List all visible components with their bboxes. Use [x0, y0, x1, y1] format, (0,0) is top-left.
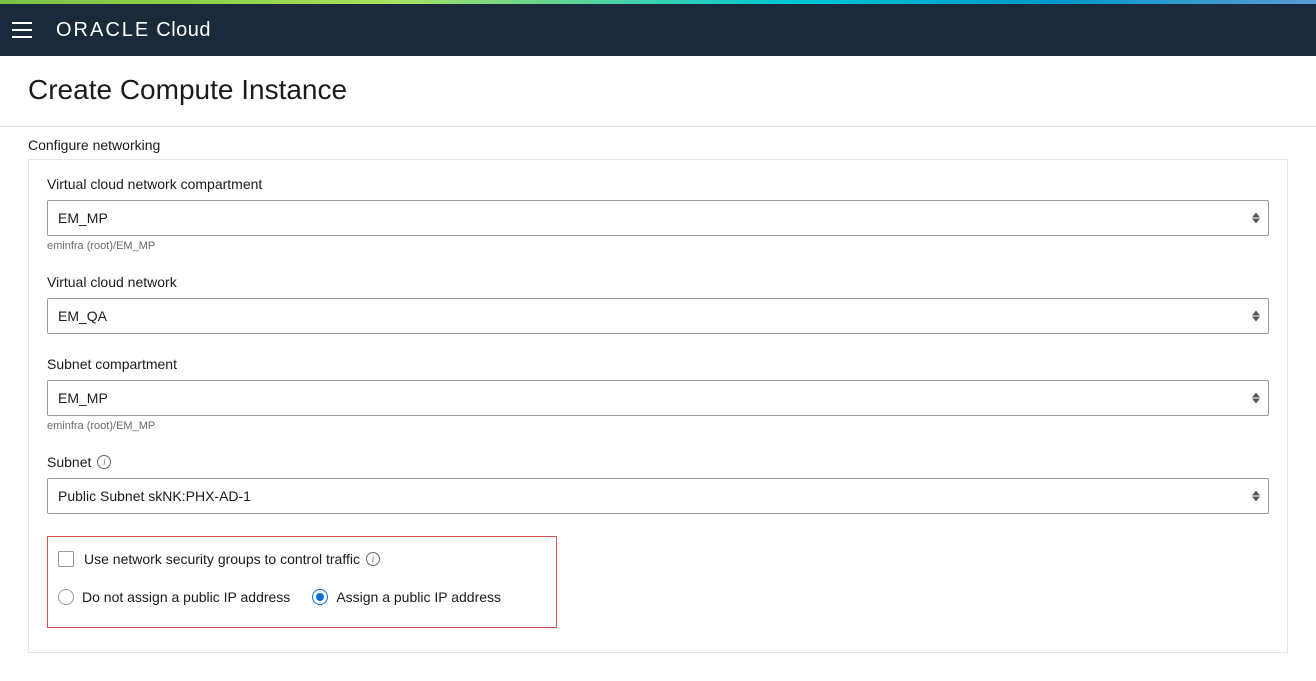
radio-no-public-ip[interactable]: Do not assign a public IP address [58, 589, 290, 605]
public-ip-radio-group: Do not assign a public IP address Assign… [58, 589, 546, 605]
nsg-checkbox-label: Use network security groups to control t… [84, 551, 380, 567]
page-title: Create Compute Instance [28, 74, 1288, 106]
menu-icon[interactable] [12, 18, 36, 42]
page-title-area: Create Compute Instance [0, 56, 1316, 127]
nsg-checkbox-label-text: Use network security groups to control t… [84, 551, 360, 567]
subnet-compartment-group: Subnet compartment EM_MP eminfra (root)/… [47, 356, 1269, 432]
vcn-compartment-value: EM_MP [58, 210, 108, 226]
subnet-label: Subnet i [47, 454, 1269, 470]
radio-no-public-ip-label: Do not assign a public IP address [82, 589, 290, 605]
vcn-group: Virtual cloud network EM_QA [47, 274, 1269, 334]
radio-icon-selected [312, 589, 328, 605]
subnet-compartment-select[interactable]: EM_MP [47, 380, 1269, 416]
brand-cloud-text: Cloud [156, 19, 211, 42]
subnet-group: Subnet i Public Subnet skNK:PHX-AD-1 [47, 454, 1269, 514]
vcn-compartment-helper: eminfra (root)/EM_MP [47, 240, 1269, 252]
info-icon[interactable]: i [97, 455, 111, 469]
subnet-label-text: Subnet [47, 454, 91, 470]
vcn-compartment-group: Virtual cloud network compartment EM_MP … [47, 176, 1269, 252]
subnet-compartment-helper: eminfra (root)/EM_MP [47, 420, 1269, 432]
vcn-compartment-select[interactable]: EM_MP [47, 200, 1269, 236]
nsg-checkbox[interactable] [58, 551, 74, 567]
subnet-value: Public Subnet skNK:PHX-AD-1 [58, 488, 251, 504]
chevron-updown-icon [1252, 311, 1260, 322]
public-ip-highlight-box: Use network security groups to control t… [47, 536, 557, 628]
subnet-compartment-value: EM_MP [58, 390, 108, 406]
header-bar: ORACLE Cloud [0, 4, 1316, 56]
subnet-compartment-label: Subnet compartment [47, 356, 1269, 372]
brand-logo: ORACLE Cloud [56, 19, 211, 42]
vcn-value: EM_QA [58, 308, 107, 324]
subnet-select[interactable]: Public Subnet skNK:PHX-AD-1 [47, 478, 1269, 514]
chevron-updown-icon [1252, 213, 1260, 224]
info-icon[interactable]: i [366, 552, 380, 566]
chevron-updown-icon [1252, 491, 1260, 502]
vcn-select[interactable]: EM_QA [47, 298, 1269, 334]
radio-icon [58, 589, 74, 605]
radio-assign-public-ip[interactable]: Assign a public IP address [312, 589, 501, 605]
radio-dot-icon [316, 593, 324, 601]
vcn-label: Virtual cloud network [47, 274, 1269, 290]
section-label: Configure networking [0, 127, 1316, 159]
nsg-checkbox-row: Use network security groups to control t… [58, 551, 546, 567]
networking-panel: Virtual cloud network compartment EM_MP … [28, 159, 1288, 653]
chevron-updown-icon [1252, 393, 1260, 404]
vcn-compartment-label: Virtual cloud network compartment [47, 176, 1269, 192]
brand-oracle-text: ORACLE [56, 19, 150, 42]
radio-assign-public-ip-label: Assign a public IP address [336, 589, 501, 605]
